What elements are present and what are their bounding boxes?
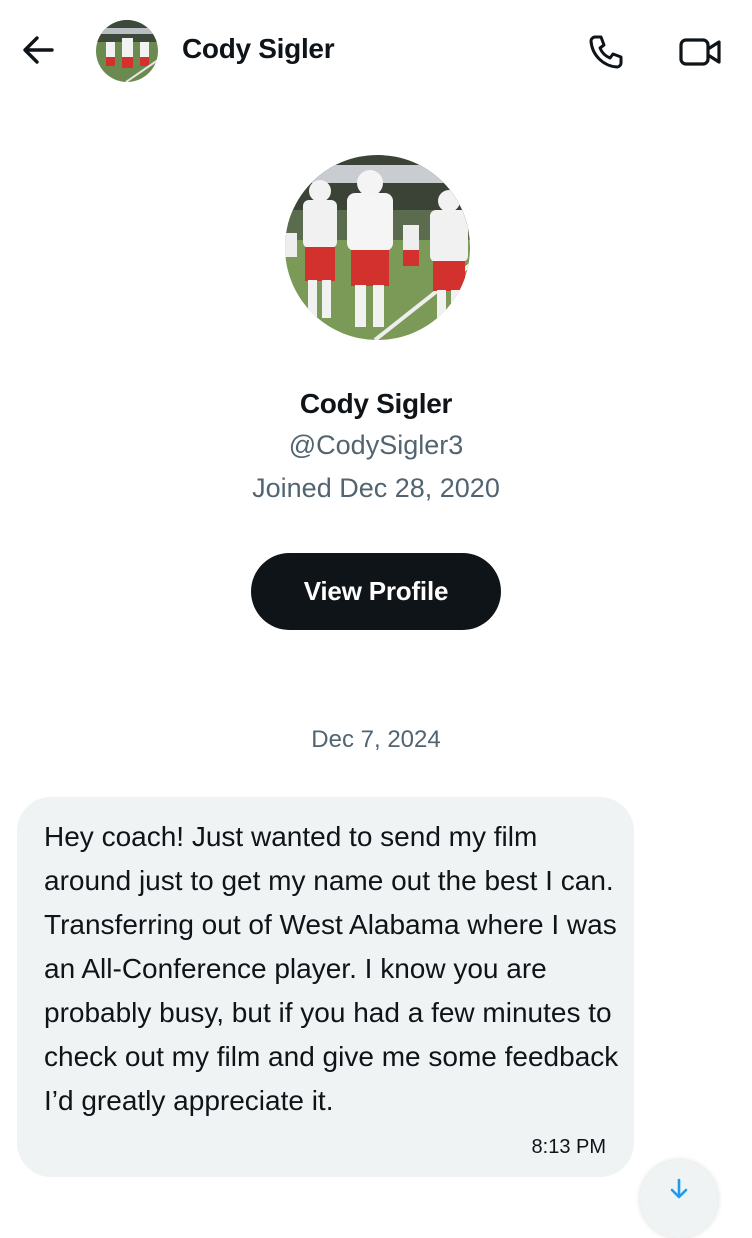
view-profile-button[interactable]: View Profile — [251, 553, 501, 630]
header-avatar[interactable] — [96, 20, 158, 82]
avatar-photo-image — [96, 20, 158, 82]
arrow-left-icon — [23, 36, 54, 64]
message-bubble[interactable]: Hey coach! Just wanted to send my film a… — [17, 797, 634, 1177]
profile-joined-date: Joined Dec 28, 2020 — [252, 473, 500, 503]
message-text: Hey coach! Just wanted to send my film a… — [44, 821, 619, 1116]
arrow-down-icon — [670, 1178, 688, 1199]
video-camera-icon — [679, 38, 721, 66]
header-contact-name[interactable]: Cody Sigler — [182, 33, 335, 65]
profile-handle: @CodySigler3 — [288, 430, 464, 460]
call-button[interactable] — [584, 30, 628, 74]
date-separator: Dec 7, 2024 — [311, 726, 441, 753]
video-call-button[interactable] — [676, 30, 724, 74]
message-timestamp: 8:13 PM — [531, 1136, 606, 1158]
profile-name: Cody Sigler — [299, 388, 453, 419]
scroll-to-bottom-button[interactable] — [640, 1160, 718, 1238]
profile-photo-image — [285, 155, 470, 340]
profile-avatar[interactable] — [285, 155, 470, 340]
phone-icon — [589, 35, 623, 69]
conversation-header: Cody Sigler — [0, 0, 752, 100]
back-button[interactable] — [18, 30, 58, 70]
